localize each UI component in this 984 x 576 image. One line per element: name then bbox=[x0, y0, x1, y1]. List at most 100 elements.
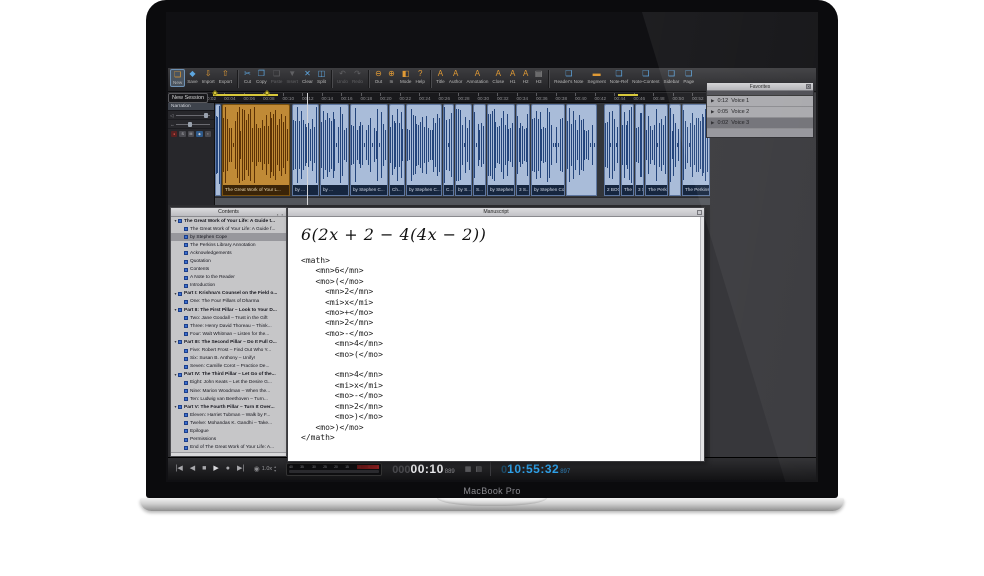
manuscript-body[interactable]: 6(2x + 2 − 4(4x − 2)) <math> <mn>6</mn> … bbox=[288, 217, 700, 461]
toolbar-button-cut[interactable]: ✂Cut bbox=[241, 69, 254, 85]
audio-clip[interactable]: 2 BOOK... bbox=[604, 104, 620, 196]
toolbar-button-sidebar[interactable]: ❑Sidebar bbox=[662, 69, 682, 85]
pan-knob[interactable] bbox=[188, 122, 192, 127]
contents-item[interactable]: Eight: John Keats – Let the Desire G... bbox=[171, 379, 286, 387]
toolbar-button-split[interactable]: ◫Split bbox=[315, 69, 328, 85]
pan-slider[interactable]: ↔ bbox=[168, 120, 214, 129]
audio-clip[interactable] bbox=[669, 104, 681, 196]
contents-item[interactable]: Introduction bbox=[171, 282, 286, 290]
range-marker[interactable] bbox=[618, 94, 638, 96]
contents-item[interactable]: Seven: Camille Corot – Practice De... bbox=[171, 363, 286, 371]
audio-clip[interactable]: by S... bbox=[455, 104, 472, 196]
audio-clip[interactable]: 3 Se... bbox=[635, 104, 644, 196]
contents-item[interactable]: Twelve: Mohandas K. Gandhi – Take... bbox=[171, 419, 286, 427]
grid-icon[interactable]: ▦ bbox=[465, 465, 472, 473]
contents-item[interactable]: A Note to the Reader bbox=[171, 274, 286, 282]
audio-clip[interactable]: by Stephen Cope bbox=[531, 104, 565, 196]
toolbar-button-page[interactable]: ❑Page bbox=[681, 69, 696, 85]
contents-item[interactable]: Quotation bbox=[171, 257, 286, 265]
audio-clip[interactable] bbox=[215, 104, 221, 196]
toolbar-button-segment[interactable]: ▬Segment bbox=[585, 69, 607, 85]
close-icon[interactable]: ✕ bbox=[806, 84, 811, 89]
toolbar-button-import[interactable]: ⇩Import bbox=[200, 69, 217, 87]
contents-item[interactable]: ▼Part I: Krishna's Counsel on the Field … bbox=[171, 290, 286, 298]
toolbar-button-clear[interactable]: ✕Clear bbox=[300, 69, 315, 85]
toolbar-button-close[interactable]: AClose bbox=[490, 69, 506, 85]
favorite-item-voice-1[interactable]: ▶0:12Voice 1 bbox=[707, 96, 813, 107]
contents-item[interactable]: ▼Part III: The Second Pillar – Do It Ful… bbox=[171, 338, 286, 346]
toolbar-button-annotation[interactable]: AAnnotation bbox=[464, 69, 490, 85]
audio-clip[interactable]: by Stephen C... bbox=[350, 104, 388, 196]
toolbar-button-export[interactable]: ⇧Export bbox=[217, 69, 234, 87]
contents-item[interactable]: ▼The Great Work of Your Life: A Guide t.… bbox=[171, 217, 286, 225]
contents-hscrollbar[interactable] bbox=[171, 452, 286, 456]
audio-clip[interactable]: The Perkins Libra... bbox=[645, 104, 668, 196]
go-to-start-button[interactable]: |◀ bbox=[172, 462, 186, 476]
stop-button[interactable]: ■ bbox=[199, 462, 210, 476]
contents-item[interactable]: End of The Great Work of Your Life: A... bbox=[171, 444, 286, 452]
contents-item[interactable]: ▼Part IV: The Third Pillar – Let Go of t… bbox=[171, 371, 286, 379]
audio-clip[interactable]: 3 S... bbox=[516, 104, 530, 196]
toolbar-button-note-ref[interactable]: ❑Note-Ref bbox=[608, 69, 630, 85]
contents-item[interactable]: ▼Part V: The Fourth Pillar – Turn It Ove… bbox=[171, 403, 286, 411]
toolbar-button-in[interactable]: ⊕In bbox=[385, 69, 398, 85]
record-button[interactable]: ● bbox=[222, 462, 233, 476]
contents-item[interactable]: by Stephen Cope bbox=[171, 233, 286, 241]
toolbar-button-note-content[interactable]: ❑Note-Content bbox=[630, 69, 661, 85]
speed-control[interactable]: ◉ 1.0x ▴▾ bbox=[254, 465, 277, 473]
volume-slider[interactable]: ◁ bbox=[168, 111, 214, 120]
lock-button[interactable]: ▪ bbox=[205, 131, 211, 137]
contents-item[interactable]: Ten: Ludwig van Beethoven – Turn... bbox=[171, 395, 286, 403]
contents-item[interactable]: Three: Henry David Thoreau – Think... bbox=[171, 322, 286, 330]
play-button[interactable]: ▶ bbox=[210, 462, 222, 476]
list-icon[interactable]: ▤ bbox=[475, 465, 482, 473]
audio-clip[interactable]: The Great Work of Your L... bbox=[222, 104, 290, 196]
step-back-button[interactable]: ◀ bbox=[186, 462, 198, 476]
record-arm-button[interactable]: ● bbox=[171, 131, 177, 137]
audio-clip[interactable]: S... bbox=[473, 104, 486, 196]
toolbar-button-h1[interactable]: AH1 bbox=[506, 69, 519, 85]
play-icon[interactable]: ▶ bbox=[711, 120, 714, 126]
audio-clip[interactable]: The Per... bbox=[621, 104, 634, 196]
audio-clip[interactable]: C... bbox=[443, 104, 454, 196]
toolbar-button-insert[interactable]: ▼Insert bbox=[284, 69, 300, 85]
toolbar-button-redo[interactable]: ↷Redo bbox=[350, 69, 365, 85]
waveform-area[interactable]: The Great Work of Your L...by ...by ...b… bbox=[215, 103, 710, 205]
audio-clip[interactable] bbox=[566, 104, 597, 196]
audio-clip[interactable]: Ch... bbox=[389, 104, 405, 196]
track-lane-2[interactable] bbox=[215, 197, 710, 205]
contents-item[interactable]: One: The Four Pillars of Dharma bbox=[171, 298, 286, 306]
go-to-end-button[interactable]: ▶| bbox=[233, 462, 247, 476]
contents-item[interactable]: Epilogue bbox=[171, 427, 286, 435]
audio-clip[interactable]: by ... bbox=[292, 104, 319, 196]
toolbar-button-paste[interactable]: ❑Paste bbox=[269, 69, 285, 85]
toolbar-button-h2[interactable]: AH2 bbox=[519, 69, 532, 85]
volume-knob[interactable] bbox=[204, 113, 208, 118]
contents-item[interactable]: Contents bbox=[171, 266, 286, 274]
manuscript-vscrollbar[interactable] bbox=[700, 217, 704, 461]
toolbar-button-mode[interactable]: ◧Mode bbox=[398, 69, 414, 85]
audio-clip[interactable]: by Stephen C... bbox=[406, 104, 442, 196]
contents-item[interactable]: Two: Jane Goodall – Trust in the Gift bbox=[171, 314, 286, 322]
mute-button[interactable]: M bbox=[188, 131, 194, 137]
contents-item[interactable]: Permissions bbox=[171, 436, 286, 444]
toolbar-button-new[interactable]: ❏New bbox=[170, 69, 185, 87]
monitor-button[interactable]: ◆ bbox=[196, 131, 202, 137]
contents-item[interactable]: Acknowledgements bbox=[171, 249, 286, 257]
contents-item[interactable]: The Perkins Library Annotation bbox=[171, 241, 286, 249]
toolbar-button-title[interactable]: ATitle bbox=[434, 69, 447, 85]
toolbar-button-author[interactable]: AAuthor bbox=[447, 69, 465, 85]
toolbar-button-undo[interactable]: ↶Undo bbox=[335, 69, 350, 85]
contents-item[interactable]: Four: Walt Whitman – Listen for the... bbox=[171, 330, 286, 338]
favorite-item-voice-3[interactable]: ▶0:02Voice 3 bbox=[707, 118, 813, 129]
contents-item[interactable]: Eleven: Harriet Tubman – Walk by F... bbox=[171, 411, 286, 419]
contents-item[interactable]: Six: Susan B. Anthony – Unify! bbox=[171, 355, 286, 363]
toolbar-button-copy[interactable]: ❐Copy bbox=[254, 69, 269, 85]
playhead[interactable] bbox=[307, 93, 308, 205]
toolbar-button-reader-s-note[interactable]: ❑Reader's Note bbox=[552, 69, 585, 85]
play-icon[interactable]: ▶ bbox=[711, 98, 714, 104]
contents-item[interactable]: ▼Part II: The First Pillar – Look to You… bbox=[171, 306, 286, 314]
toolbar-button-out[interactable]: ⊖Out bbox=[372, 69, 385, 85]
contents-item[interactable]: The Great Work of Your Life: A Guide f..… bbox=[171, 225, 286, 233]
mathml-code[interactable]: <math> <mn>6</mn> <mo>(</mo> <mn>2</mn> … bbox=[301, 256, 700, 443]
